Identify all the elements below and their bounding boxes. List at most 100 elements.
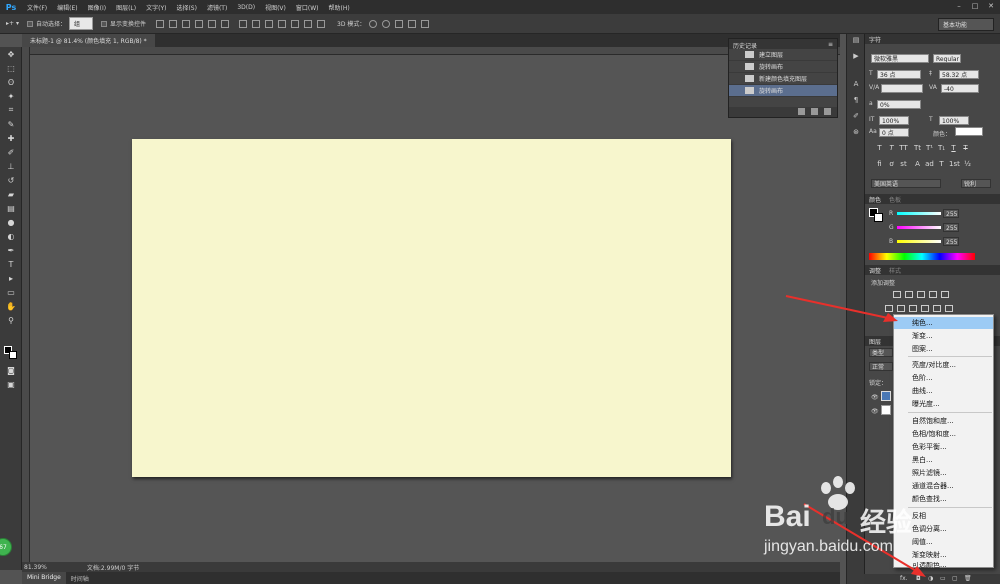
menu-item-brightness-contrast[interactable]: 亮度/对比度...	[894, 359, 993, 371]
snapshot-icon[interactable]	[811, 108, 818, 115]
auto-select-dropdown[interactable]: 组	[68, 17, 93, 30]
black-white-icon[interactable]	[909, 305, 917, 312]
tab-timeline[interactable]: 时间轴	[66, 572, 94, 584]
type-tool-icon[interactable]: T	[0, 257, 22, 271]
auto-select-option[interactable]: 自动选择： 组	[26, 17, 93, 30]
distribute-icon[interactable]	[291, 19, 299, 28]
superscript-icon[interactable]: T¹	[925, 144, 934, 153]
workspace-switcher[interactable]: 基本功能	[938, 18, 994, 31]
history-icon[interactable]: ▤	[847, 36, 865, 50]
tab-adjustments[interactable]: 调整	[869, 266, 881, 275]
show-transform-option[interactable]: 显示变换控件	[100, 19, 146, 28]
strikethrough-icon[interactable]: T	[961, 144, 970, 153]
auto-select-checkbox[interactable]	[26, 20, 33, 27]
close-icon[interactable]: ✕	[986, 2, 996, 11]
menu-image[interactable]: 图像(I)	[83, 3, 111, 12]
swash-icon[interactable]: st	[899, 160, 908, 169]
menu-item-curves[interactable]: 曲线...	[894, 385, 993, 397]
color-lookup-icon[interactable]	[945, 305, 953, 312]
gradient-tool-icon[interactable]: ▤	[0, 201, 22, 215]
menu-file[interactable]: 文件(F)	[22, 3, 52, 12]
history-panel-title[interactable]: 历史记录	[733, 41, 757, 50]
align-icon[interactable]	[182, 19, 190, 28]
quick-mask-icon[interactable]: ◙	[0, 363, 22, 377]
distribute-icon[interactable]	[239, 19, 247, 28]
channel-r-value[interactable]: 255	[943, 209, 959, 218]
document-tab[interactable]: 未标题-1 @ 81.4% (颜色填充 1, RGB/8) *	[22, 34, 155, 47]
oldstyle-icon[interactable]: ơ	[887, 160, 896, 169]
zoom-tool-icon[interactable]: ⚲	[0, 313, 22, 327]
minimize-icon[interactable]: –	[954, 2, 964, 11]
move-tool-icon[interactable]: ✥	[0, 47, 22, 61]
font-style-select[interactable]: Regular	[933, 54, 961, 63]
history-row[interactable]: 新建颜色填充图层	[729, 73, 837, 85]
history-row[interactable]: 旋转画布	[729, 61, 837, 73]
menu-item-hue-saturation[interactable]: 色相/饱和度...	[894, 428, 993, 440]
panel-menu-icon[interactable]: ≡	[828, 41, 833, 48]
menu-item-exposure[interactable]: 曝光度...	[894, 398, 993, 410]
photo-filter-icon[interactable]	[921, 305, 929, 312]
tab-color[interactable]: 颜色	[869, 195, 881, 204]
actions-icon[interactable]: ▶	[847, 52, 865, 66]
zoom-level[interactable]: 81.39%	[22, 564, 47, 571]
text-color-swatch[interactable]	[955, 127, 983, 136]
vibrance-icon[interactable]	[941, 291, 949, 298]
titling-icon[interactable]: ad	[925, 160, 934, 169]
leading-field[interactable]: 58.32 点	[939, 70, 979, 79]
canvas-area[interactable]	[30, 55, 840, 562]
clone-source-icon[interactable]: ⊛	[847, 128, 865, 142]
menu-edit[interactable]: 编辑(E)	[52, 3, 82, 12]
layer-kind-filter[interactable]: 类型	[869, 348, 893, 357]
new-document-icon[interactable]	[798, 108, 805, 115]
distribute-icon[interactable]	[265, 19, 273, 28]
align-icon[interactable]	[221, 19, 229, 28]
color-bg-swatch[interactable]	[874, 213, 883, 222]
magic-wand-tool-icon[interactable]: ✦	[0, 89, 22, 103]
channel-g-slider[interactable]	[897, 226, 941, 229]
menu-item-pattern[interactable]: 图案...	[894, 343, 993, 355]
underline-icon[interactable]: T	[949, 144, 958, 153]
fractions-icon[interactable]: 1st	[949, 160, 960, 169]
menu-layer[interactable]: 图层(L)	[111, 3, 141, 12]
menu-item-color-balance[interactable]: 色彩平衡...	[894, 441, 993, 453]
tab-layers[interactable]: 图层	[869, 337, 881, 346]
trash-icon[interactable]: 🗑	[964, 575, 972, 582]
hand-tool-icon[interactable]: ✋	[0, 299, 22, 313]
roll-3d-icon[interactable]	[382, 19, 391, 28]
tab-styles[interactable]: 样式	[889, 266, 901, 275]
char-scale-field[interactable]: 0%	[877, 100, 921, 109]
menu-view[interactable]: 视图(V)	[260, 3, 291, 12]
levels-icon[interactable]	[905, 291, 913, 298]
marquee-tool-icon[interactable]: ⬚	[0, 61, 22, 75]
align-icon[interactable]	[195, 19, 203, 28]
align-icon[interactable]	[169, 19, 177, 28]
alternates-icon[interactable]: A	[913, 160, 922, 169]
character-icon[interactable]: A	[847, 80, 865, 94]
crop-tool-icon[interactable]: ⌗	[0, 103, 22, 117]
font-family-select[interactable]: 微软雅黑	[871, 54, 929, 63]
align-icon[interactable]	[156, 19, 164, 28]
align-icon[interactable]	[208, 19, 216, 28]
menu-select[interactable]: 选择(S)	[171, 3, 202, 12]
paragraph-icon[interactable]: ¶	[847, 96, 865, 110]
show-transform-checkbox[interactable]	[100, 20, 107, 27]
color-spectrum-bar[interactable]	[869, 253, 975, 260]
language-select[interactable]: 美国英语	[871, 179, 941, 188]
group-icon[interactable]: ▭	[940, 575, 946, 582]
pen-tool-icon[interactable]: ✒	[0, 243, 22, 257]
shape-tool-icon[interactable]: ▭	[0, 285, 22, 299]
channel-b-value[interactable]: 255	[943, 237, 959, 246]
ordinals-icon[interactable]: T	[937, 160, 946, 169]
eyedropper-tool-icon[interactable]: ✎	[0, 117, 22, 131]
distribute-icon[interactable]	[278, 19, 286, 28]
tracking-field[interactable]: -40	[941, 84, 979, 93]
new-layer-icon[interactable]: ▢	[952, 575, 958, 582]
channel-mixer-icon[interactable]	[933, 305, 941, 312]
brush-tool-icon[interactable]: ✐	[0, 145, 22, 159]
rotate-3d-icon[interactable]	[369, 19, 378, 28]
healing-brush-tool-icon[interactable]: ✚	[0, 131, 22, 145]
exposure-icon[interactable]	[929, 291, 937, 298]
dodge-tool-icon[interactable]: ◐	[0, 229, 22, 243]
screen-mode-icon[interactable]: ▣	[0, 377, 22, 391]
tab-mini-bridge[interactable]: Mini Bridge	[22, 572, 66, 584]
